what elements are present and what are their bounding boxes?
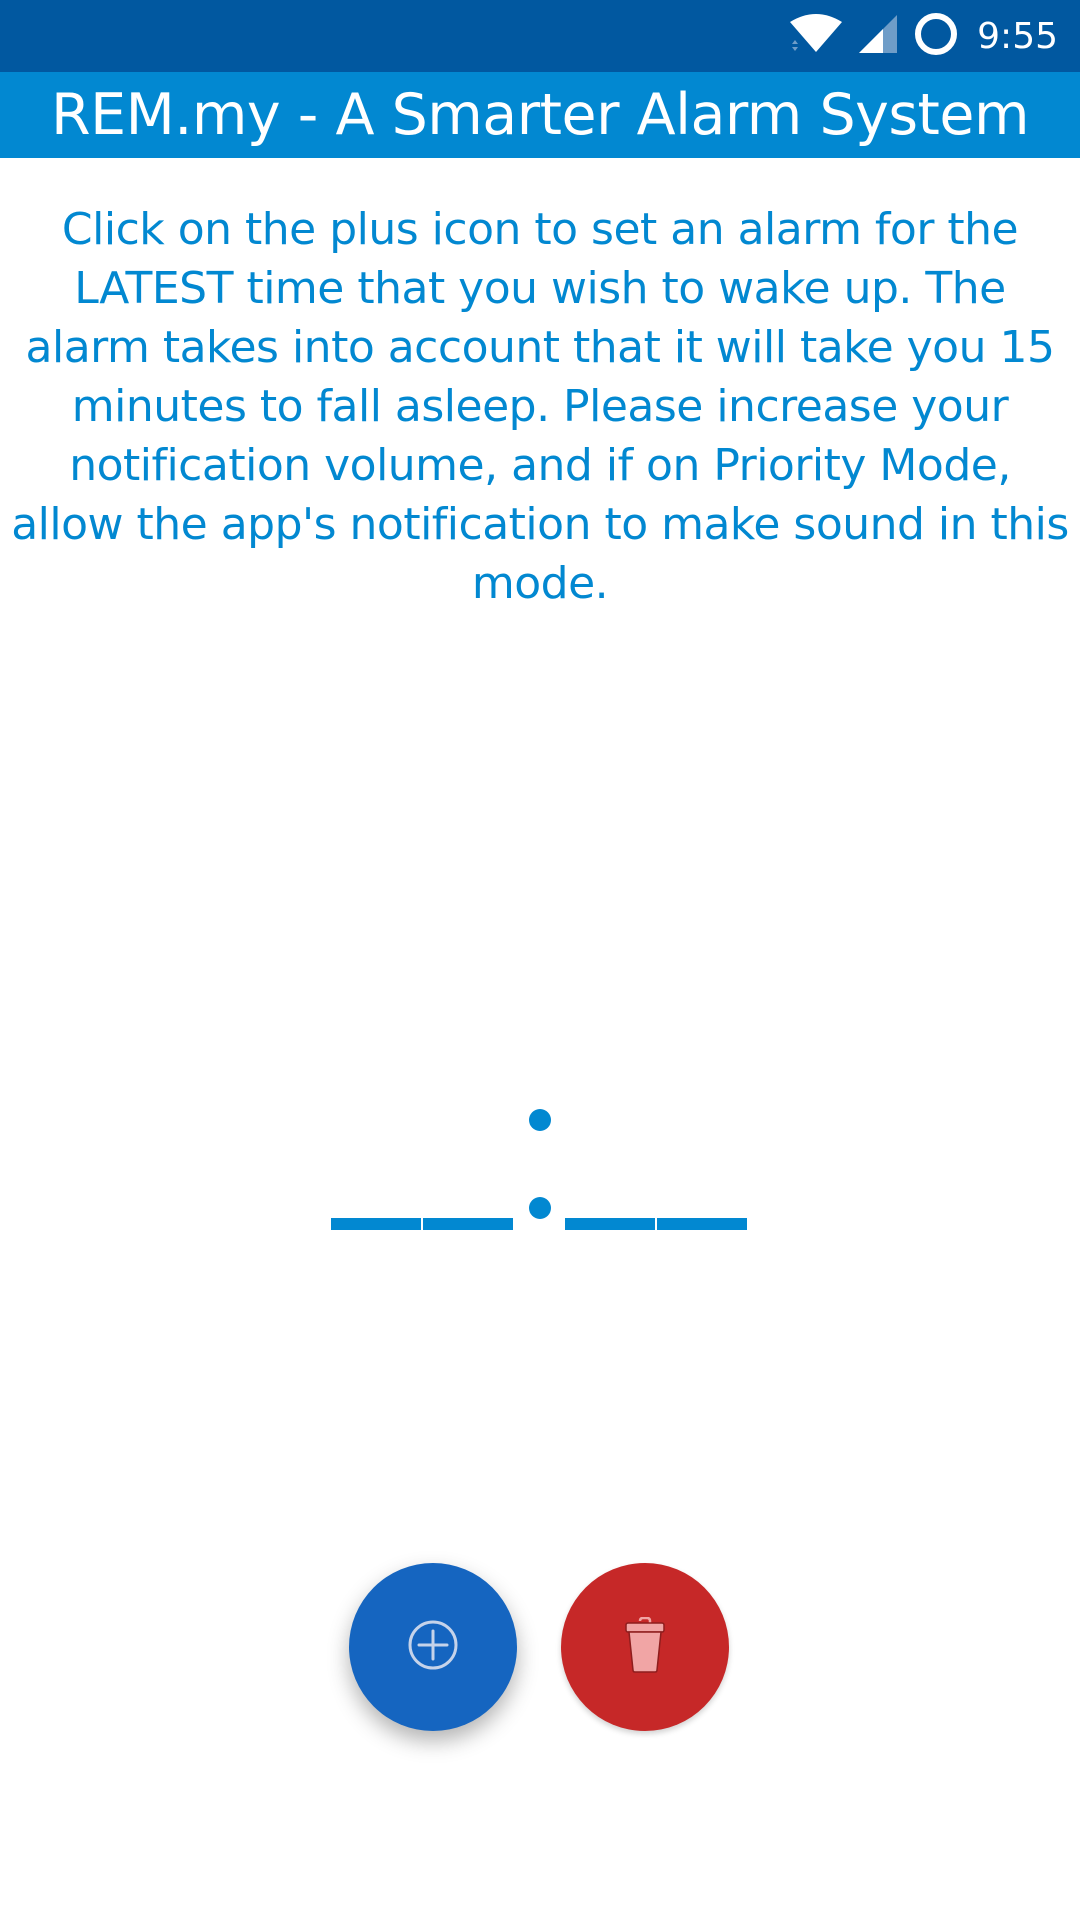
- hours-placeholder-right: [423, 1218, 513, 1230]
- app-title: REM.my - A Smarter Alarm System: [50, 82, 1030, 148]
- wifi-icon: [789, 14, 843, 58]
- hours-placeholder-left: [331, 1218, 421, 1230]
- separator-dot-bottom: [529, 1197, 551, 1219]
- separator-dot-top: [529, 1109, 551, 1131]
- minutes-placeholder-left: [565, 1218, 655, 1230]
- minutes-placeholder-right: [657, 1218, 747, 1230]
- trash-icon: [623, 1616, 667, 1677]
- status-time: 9:55: [977, 15, 1058, 57]
- status-bar: 9:55: [0, 0, 1080, 72]
- status-icons: 9:55: [789, 0, 1058, 72]
- plus-circle-icon: [406, 1618, 460, 1676]
- delete-alarm-button[interactable]: [561, 1563, 729, 1731]
- alarm-time-display: [320, 1080, 760, 1260]
- app-bar: REM.my - A Smarter Alarm System: [0, 72, 1080, 158]
- instructions-text: Click on the plus icon to set an alarm f…: [11, 204, 1069, 609]
- alarm-screen: 9:55 REM.my - A Smarter Alarm System Cli…: [0, 0, 1080, 1920]
- cell-signal-icon: [857, 13, 899, 59]
- add-alarm-button[interactable]: [349, 1563, 517, 1731]
- battery-ring-icon: [913, 11, 959, 61]
